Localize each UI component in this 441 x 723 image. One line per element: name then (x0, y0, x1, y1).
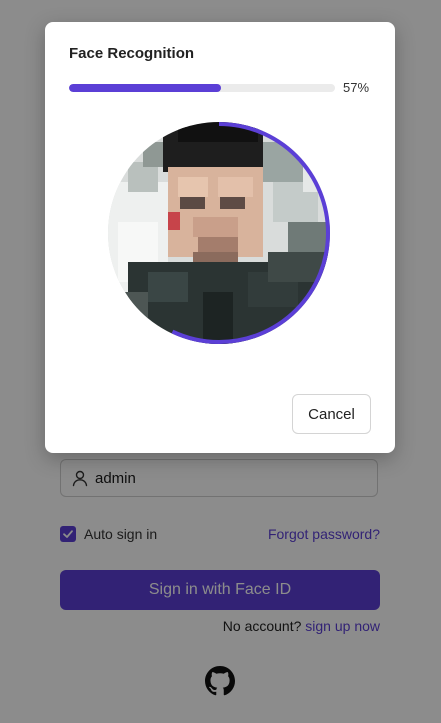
progress-fill (69, 84, 221, 92)
camera-frame (108, 122, 330, 344)
progress-percent: 57% (343, 80, 370, 95)
progress-bar (69, 84, 335, 92)
recognition-progress-ring (108, 122, 330, 344)
dialog-title: Face Recognition (69, 45, 195, 62)
cancel-button[interactable]: Cancel (292, 394, 371, 434)
face-recognition-dialog: Face Recognition 57% Cancel (45, 22, 395, 453)
